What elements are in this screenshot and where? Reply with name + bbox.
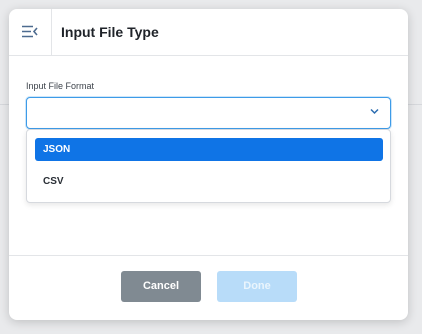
footer-divider	[9, 255, 408, 256]
option-csv[interactable]: CSV	[35, 170, 383, 193]
option-json[interactable]: JSON	[35, 138, 383, 161]
done-button[interactable]: Done	[217, 271, 297, 302]
input-file-type-dialog: Input File Type Input File Format JSON C…	[9, 9, 408, 320]
input-file-format-label: Input File Format	[26, 81, 95, 91]
collapse-menu-icon	[22, 25, 38, 38]
format-dropdown-menu: JSON CSV	[26, 129, 391, 203]
dialog-header: Input File Type	[9, 9, 408, 56]
cancel-button[interactable]: Cancel	[121, 271, 201, 302]
input-file-format-select[interactable]	[26, 97, 391, 129]
collapse-menu-button[interactable]	[9, 9, 52, 55]
chevron-down-icon	[370, 108, 379, 115]
dialog-title: Input File Type	[61, 24, 159, 40]
